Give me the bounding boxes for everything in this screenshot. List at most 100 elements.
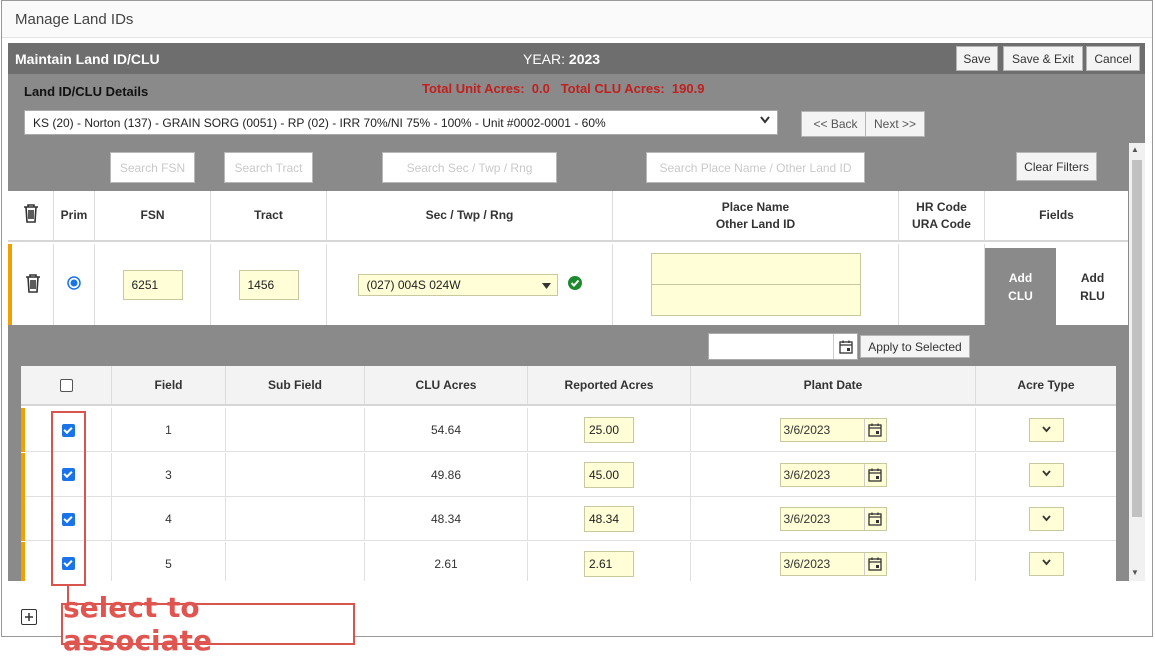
maintain-land-panel: Maintain Land ID/CLU YEAR: 2023 Save Sav…	[8, 43, 1145, 581]
clu-acres-cell: 48.34	[365, 497, 528, 541]
reported-acres-cell: 45.00	[528, 452, 691, 497]
acre-type-select[interactable]	[1028, 551, 1064, 576]
search-tract-input[interactable]: Search Tract	[224, 152, 313, 183]
acre-type-select[interactable]	[1028, 418, 1064, 442]
annotation-label: select to associate	[61, 591, 355, 657]
add-clu-button[interactable]: Add CLU	[985, 248, 1056, 325]
other-land-id-input[interactable]	[650, 284, 861, 316]
chevron-down-icon	[1041, 425, 1051, 436]
tract-cell: 1456	[211, 244, 327, 325]
place-cell	[613, 244, 899, 325]
plant-date-input[interactable]: 3/6/2023	[779, 462, 887, 487]
calendar-icon[interactable]	[863, 419, 886, 441]
hr-code-cell	[899, 244, 985, 325]
add-rlu-line1: Add	[1080, 270, 1105, 285]
header-field: Field	[112, 366, 226, 406]
plant-date-input[interactable]: 3/6/2023	[779, 418, 887, 442]
reported-acres-cell: 25.00	[528, 408, 691, 452]
sub-field-cell	[226, 497, 365, 541]
year-value: 2023	[568, 51, 601, 67]
header-hr: HR Code URA Code	[899, 191, 985, 242]
cancel-button[interactable]: Cancel	[1086, 46, 1140, 71]
scroll-up-icon[interactable]: ▲	[1131, 145, 1139, 154]
header-sub-field: Sub Field	[226, 366, 365, 406]
scroll-down-icon[interactable]: ▼	[1131, 568, 1139, 577]
calendar-icon[interactable]	[863, 508, 886, 530]
save-exit-button[interactable]: Save & Exit	[1003, 46, 1083, 71]
acre-type-select[interactable]	[1028, 462, 1064, 487]
fields-table: Field Sub Field CLU Acres Reported Acres…	[21, 366, 1116, 581]
search-place-input[interactable]: Search Place Name / Other Land ID	[646, 152, 865, 183]
calendar-icon[interactable]	[833, 334, 857, 359]
clu-acres-cell: 49.86	[365, 452, 528, 497]
plant-date-value: 3/6/2023	[783, 556, 831, 571]
acre-type-cell	[976, 408, 1116, 452]
header-fsn: FSN	[95, 191, 211, 242]
sec-select-value: (027) 004S 024W	[366, 277, 461, 292]
place-name-input[interactable]	[650, 253, 861, 285]
apply-date-input[interactable]	[708, 333, 858, 360]
caret-down-icon	[541, 279, 551, 293]
add-rlu-line2: RLU	[1080, 288, 1105, 303]
year-indicator: YEAR: 2023	[523, 51, 600, 67]
land-unit-select[interactable]: KS (20) - Norton (137) - GRAIN SORG (005…	[24, 110, 778, 135]
search-fsn-input[interactable]: Search FSN	[110, 152, 195, 183]
header-hr-line1: HR Code	[916, 199, 967, 214]
sec-select[interactable]: (027) 004S 024W	[357, 273, 558, 296]
acre-type-cell	[976, 497, 1116, 541]
header-fields: Fields	[985, 191, 1128, 242]
plant-date-value: 3/6/2023	[783, 467, 831, 482]
next-button[interactable]: Next >>	[865, 111, 925, 137]
header-clu-acres: CLU Acres	[365, 366, 528, 406]
clu-acres-cell: 54.64	[365, 408, 528, 452]
calendar-icon[interactable]	[863, 463, 886, 486]
plant-date-cell: 3/6/2023	[691, 497, 976, 541]
field-cell: 1	[112, 408, 226, 452]
calendar-icon[interactable]	[863, 552, 886, 575]
header-plant-date: Plant Date	[691, 366, 976, 406]
header-acre-type: Acre Type	[976, 366, 1116, 406]
header-reported-acres: Reported Acres	[528, 366, 691, 406]
expand-plus-icon[interactable]	[21, 609, 37, 625]
land-table: Prim FSN Tract Sec / Twp / Rng Place Nam…	[8, 191, 1128, 325]
chevron-down-icon	[1041, 469, 1051, 480]
add-clu-line2: CLU	[1008, 288, 1033, 303]
header-hr-line2: URA Code	[912, 216, 971, 231]
clear-filters-button[interactable]: Clear Filters	[1016, 152, 1097, 181]
header-tract: Tract	[211, 191, 327, 242]
tract-input[interactable]: 1456	[238, 269, 299, 300]
reported-acres-input[interactable]: 2.61	[584, 550, 634, 577]
add-clu-line1: Add	[1008, 270, 1033, 285]
reported-acres-cell: 2.61	[528, 541, 691, 581]
chevron-down-icon	[1041, 558, 1051, 569]
back-button[interactable]: << Back	[801, 111, 870, 137]
trash-icon[interactable]	[23, 203, 39, 228]
table-row: 3 49.86 45.00 3/6/2023	[21, 452, 1116, 497]
totals-text: Total Unit Acres: 0.0 Total CLU Acres: 1…	[422, 81, 705, 96]
prim-radio[interactable]	[67, 276, 81, 293]
trash-icon[interactable]	[25, 273, 41, 296]
annotation-highlight-box	[51, 411, 86, 586]
fsn-input[interactable]: 6251	[122, 269, 183, 300]
search-sec-input[interactable]: Search Sec / Twp / Rng	[382, 152, 557, 183]
fsn-cell: 6251	[95, 244, 211, 325]
table-row: 4 48.34 48.34 3/6/2023	[21, 497, 1116, 541]
acre-type-select[interactable]	[1028, 507, 1064, 531]
add-rlu-button[interactable]: Add RLU	[1057, 248, 1128, 325]
select-all-checkbox[interactable]	[59, 378, 73, 392]
reported-acres-input[interactable]: 45.00	[584, 461, 634, 488]
apply-to-selected-button[interactable]: Apply to Selected	[860, 335, 970, 358]
plant-date-input[interactable]: 3/6/2023	[779, 507, 887, 531]
sec-cell: (027) 004S 024W	[327, 244, 613, 325]
plant-date-value: 3/6/2023	[783, 512, 831, 526]
prim-radio-cell	[54, 244, 95, 325]
plant-date-cell: 3/6/2023	[691, 541, 976, 581]
scrollbar-thumb[interactable]	[1132, 160, 1142, 517]
plant-date-cell: 3/6/2023	[691, 452, 976, 497]
plant-date-input[interactable]: 3/6/2023	[779, 551, 887, 576]
chevron-down-icon	[760, 115, 770, 127]
header-select-all	[21, 366, 112, 406]
save-button[interactable]: Save	[956, 46, 998, 71]
reported-acres-input[interactable]: 48.34	[584, 506, 634, 532]
reported-acres-input[interactable]: 25.00	[584, 417, 634, 443]
